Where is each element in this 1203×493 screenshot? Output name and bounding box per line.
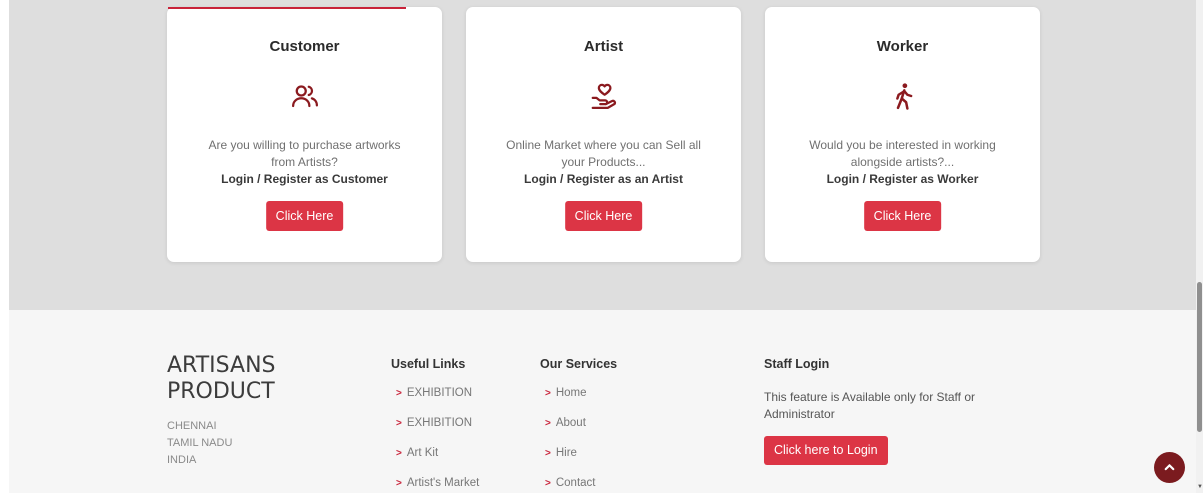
address-state: TAMIL NADU <box>167 437 233 449</box>
card-title: Artist <box>583 38 624 55</box>
chevron-right-icon: > <box>396 418 402 429</box>
chevron-right-icon: > <box>545 448 551 459</box>
worker-click-here-button[interactable]: Click Here <box>863 201 942 231</box>
card-description: Are you willing to purchase artworks fro… <box>208 138 401 169</box>
chevron-right-icon: > <box>545 388 551 399</box>
card-description: Would you be interested in working along… <box>809 138 996 169</box>
brand-line-1: ARTISANS <box>167 353 276 378</box>
staff-login-description: This feature is Available only for Staff… <box>764 390 976 421</box>
footer-link-hire[interactable]: > Hire <box>545 447 595 477</box>
accent-underline <box>168 7 406 9</box>
card-title: Worker <box>876 38 929 55</box>
page-edge <box>0 0 9 493</box>
chevron-right-icon: > <box>396 388 402 399</box>
scrollbar-thumb[interactable] <box>1197 282 1202 432</box>
page-scrollbar[interactable]: ▼ <box>1196 0 1203 493</box>
footer-link-about[interactable]: > About <box>545 417 595 447</box>
address-city: CHENNAI <box>167 420 217 432</box>
useful-links-list: > EXHIBITION > EXHIBITION > Art Kit > Artist… <box>396 387 479 493</box>
scroll-down-arrow-icon[interactable]: ▼ <box>1197 484 1203 490</box>
footer-link-art-kit[interactable]: > Art Kit <box>396 447 479 477</box>
footer-link-exhibition-2[interactable]: > EXHIBITION <box>396 417 479 447</box>
footer: ARTISANS PRODUCT CHENNAI TAMIL NADU INDI… <box>0 310 1196 493</box>
hand-heart-icon <box>589 81 619 111</box>
chevron-right-icon: > <box>396 448 402 459</box>
staff-login-title: Staff Login <box>764 357 830 371</box>
useful-links-title: Useful Links <box>391 357 466 371</box>
footer-brand: ARTISANS PRODUCT <box>167 353 276 405</box>
services-list: > Home > About > Hire > Contact <box>545 387 595 493</box>
card-cta: Login / Register as Worker <box>826 172 979 186</box>
customer-card: Customer Are you willing to purchase art… <box>167 7 442 262</box>
users-icon <box>290 81 320 111</box>
artist-click-here-button[interactable]: Click Here <box>564 201 643 231</box>
footer-link-artists-market[interactable]: > Artist's Market <box>396 477 479 493</box>
footer-address: CHENNAI TAMIL NADU INDIA <box>167 418 232 469</box>
chevron-right-icon: > <box>545 418 551 429</box>
footer-link-exhibition[interactable]: > EXHIBITION <box>396 387 479 417</box>
services-title: Our Services <box>540 357 618 371</box>
staff-login-button[interactable]: Click here to Login <box>764 436 888 465</box>
footer-link-home[interactable]: > Home <box>545 387 595 417</box>
customer-click-here-button[interactable]: Click Here <box>265 201 344 231</box>
back-to-top-button[interactable] <box>1154 452 1185 483</box>
address-country: INDIA <box>167 454 197 466</box>
card-title: Customer <box>269 38 340 55</box>
chevron-up-icon <box>1164 464 1175 471</box>
chevron-right-icon: > <box>545 478 551 489</box>
worker-card: Worker Would you be interested in workin… <box>765 7 1040 262</box>
brand-line-2: PRODUCT <box>167 379 275 404</box>
chevron-right-icon: > <box>396 478 402 489</box>
footer-link-contact[interactable]: > Contact <box>545 477 595 493</box>
walking-person-icon <box>888 81 918 111</box>
card-cta: Login / Register as Customer <box>221 172 388 186</box>
card-cta: Login / Register as an Artist <box>524 172 683 186</box>
card-description: Online Market where you can Sell all you… <box>506 138 701 169</box>
artist-card: Artist Online Market where you can Sell … <box>466 7 741 262</box>
